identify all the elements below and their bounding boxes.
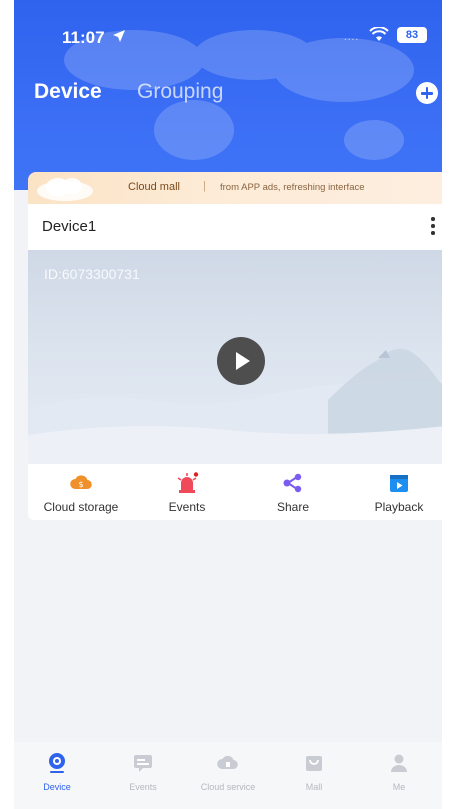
location-arrow-icon	[113, 30, 125, 42]
status-time: 11:07	[62, 28, 105, 47]
bottom-navigation: Device Events Cloud service Mall Me	[14, 742, 442, 809]
nav-label: Cloud service	[200, 782, 256, 792]
status-bar: 11:07 .... 83	[14, 22, 442, 52]
header: 11:07 .... 83 Device Grouping	[14, 0, 442, 190]
cloud-mall-banner[interactable]: Cloud mall | from APP ads, refreshing in…	[28, 172, 442, 204]
phone-screen: 11:07 .... 83 Device Grouping Cloud mall…	[14, 0, 442, 809]
device-icon	[49, 753, 65, 773]
playback-icon	[390, 475, 408, 492]
action-label: Cloud storage	[43, 500, 119, 514]
nav-cloud-service[interactable]: Cloud service	[185, 750, 271, 800]
nav-label: Mall	[305, 782, 323, 792]
add-device-button[interactable]	[416, 82, 438, 104]
cloud-storage-icon: $	[70, 475, 92, 490]
nav-label: Events	[129, 782, 157, 792]
person-icon	[391, 754, 407, 772]
mall-icon	[306, 756, 322, 771]
banner-title: Cloud mall	[128, 181, 180, 193]
cellular-signal: ....	[344, 32, 360, 43]
action-label: Events	[168, 500, 206, 514]
wifi-icon	[369, 27, 389, 41]
banner-text: from APP ads, refreshing interface	[220, 182, 365, 193]
nav-device[interactable]: Device	[14, 750, 100, 800]
banner-separator: |	[203, 180, 206, 192]
device-card: Device1 ID:6073300731 $ Cloud storage Ev…	[28, 204, 442, 520]
cloud-icon	[37, 178, 93, 201]
nav-label: Device	[43, 782, 71, 792]
tab-grouping[interactable]: Grouping	[137, 80, 223, 104]
events-button[interactable]: Events	[134, 464, 240, 520]
action-label: Share	[276, 500, 310, 514]
events-icon	[134, 755, 152, 772]
cloud-service-icon	[217, 755, 238, 770]
nav-me[interactable]: Me	[356, 750, 442, 800]
action-label: Playback	[374, 500, 424, 514]
playback-button[interactable]: Playback	[346, 464, 442, 520]
tab-device[interactable]: Device	[34, 80, 102, 104]
share-icon	[283, 473, 302, 493]
share-button[interactable]: Share	[240, 464, 346, 520]
video-preview[interactable]: ID:6073300731	[28, 250, 442, 464]
play-button[interactable]	[217, 337, 265, 385]
svg-text:$: $	[78, 480, 83, 489]
battery-indicator: 83	[397, 27, 427, 43]
nav-mall[interactable]: Mall	[271, 750, 357, 800]
device-actions: $ Cloud storage Events Share Playback	[28, 464, 442, 520]
header-tabs: Device Grouping	[14, 80, 442, 112]
alarm-icon	[177, 472, 199, 493]
cloud-storage-button[interactable]: $ Cloud storage	[28, 464, 134, 520]
nav-events[interactable]: Events	[100, 750, 186, 800]
more-options-icon[interactable]	[426, 214, 440, 238]
device-name: Device1	[42, 218, 97, 235]
nav-label: Me	[392, 782, 406, 792]
device-id: ID:6073300731	[44, 266, 140, 282]
